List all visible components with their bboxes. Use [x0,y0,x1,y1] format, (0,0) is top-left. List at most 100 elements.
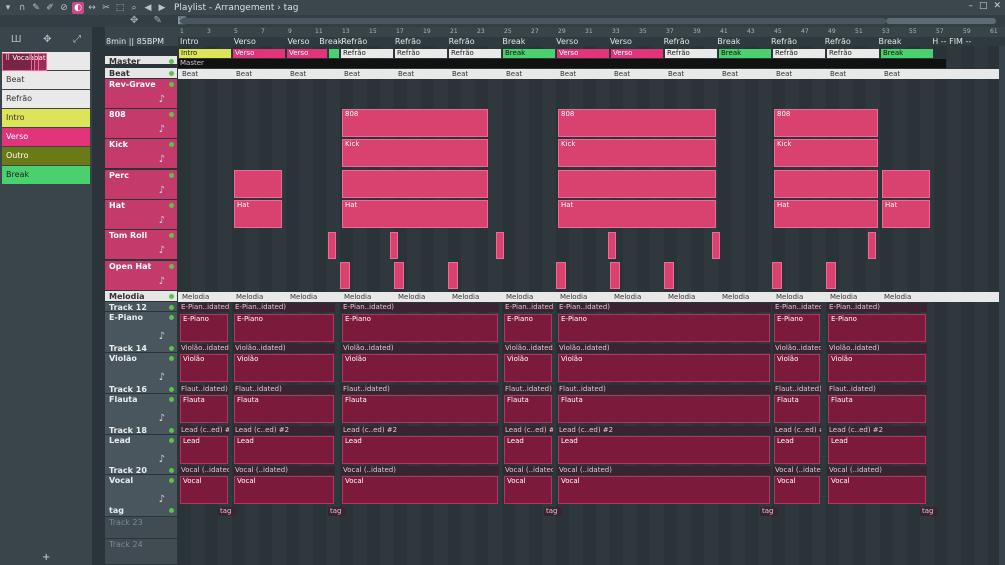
open-hat-clip[interactable] [826,262,836,289]
automation-clip[interactable]: Lead (c..ed) #2 [557,426,771,435]
automation-clip[interactable]: Flaut..idated) [341,385,499,394]
melodia-clip[interactable]: Melodia [776,292,803,302]
melodia-clip[interactable]: Melodia [398,292,425,302]
minimize-button[interactable]: – [968,1,973,11]
picker-item[interactable]: Beat [2,71,90,89]
track-header[interactable]: Hat ♪ [105,200,177,230]
section-clip[interactable]: Intro [179,49,231,58]
select-tool-icon[interactable]: ⬚ [114,2,126,14]
track-mute-led-icon[interactable] [169,82,174,87]
melody-clip[interactable]: Violão [774,354,820,382]
playlist-grid[interactable]: Intro Verso Verso Refrão Refrão Refrão Break Ve… [178,46,1005,565]
track-mute-led-icon[interactable] [169,294,174,299]
melody-clip[interactable]: Lead [828,436,926,464]
automation-clip[interactable]: Violão..idated) [179,344,229,353]
open-hat-clip[interactable] [772,262,782,289]
window-title[interactable]: Playlist - Arrangement › tag [174,3,298,13]
melody-clip[interactable]: Vocal [558,476,770,504]
automation-clip[interactable]: E-Pian..idated) [503,303,553,312]
add-button[interactable]: + [42,552,50,563]
automation-clip[interactable]: Violão..idated) [503,344,553,353]
melody-clip[interactable]: Flauta [342,395,498,423]
pattern-clip[interactable]: Kick [558,139,716,167]
pattern-clip[interactable]: Hat [774,200,878,228]
paint-tool-icon[interactable]: ✐ [44,2,56,14]
pattern-clip[interactable] [774,170,878,198]
section-clip[interactable]: Verso [611,49,663,58]
track-header[interactable]: Perc ♪ [105,170,177,200]
automation-clip[interactable]: Flaut..idated) [179,385,229,394]
automation-clip[interactable]: E-Pian..idated) [341,303,499,312]
automation-clip[interactable]: Flaut..idated) [233,385,335,394]
mute-tool-icon[interactable]: ◐ [72,1,84,14]
section-clip[interactable] [329,49,339,58]
automation-clip[interactable]: E-Pian..idated) [773,303,821,312]
track-header[interactable]: Open Hat ♪ [105,261,177,291]
marker-label[interactable]: Verso [610,37,632,46]
beat-clip[interactable]: Beat [398,69,414,79]
marker-label[interactable]: Refrão [825,37,851,46]
track-mute-led-icon[interactable] [169,397,174,402]
slip-tool-icon[interactable]: ↔ [86,2,98,14]
melody-clip[interactable]: Flauta [504,395,552,423]
melodia-clip[interactable]: Melodia [668,292,695,302]
open-hat-clip[interactable] [448,262,458,289]
track-mute-led-icon[interactable] [169,428,174,433]
track-mute-led-icon[interactable] [169,233,174,238]
track-mute-led-icon[interactable] [169,71,174,76]
track-header[interactable]: Vocal ♪ [105,475,177,509]
track-header[interactable]: Track 20 [105,465,177,475]
beat-clip[interactable]: Beat [614,69,630,79]
section-clip[interactable]: Verso [287,49,327,58]
beat-clip-row[interactable]: Beat Beat Beat Beat Beat Beat Beat Beat Beat Beat… [178,69,1005,79]
melody-clip[interactable]: Vocal [180,476,228,504]
marker-label[interactable]: Break [502,37,525,46]
picker-audio-icon[interactable]: ✥ [43,34,51,45]
marker-label[interactable]: Refrão [449,37,475,46]
marker-label[interactable]: Refrão [341,37,367,46]
picker-automation-icon[interactable]: ⤢ [73,34,81,45]
open-hat-clip[interactable] [610,262,620,289]
beat-clip[interactable]: Beat [722,69,738,79]
melodia-clip[interactable]: Melodia [452,292,479,302]
section-clip[interactable]: Refrão [449,49,501,58]
timeline-ruler[interactable]: 1 3 5 7 9 11 13 15 17 19 21 23 25 27 29 31 33 35 37 39 41 43 4… [178,27,1005,37]
track-mute-led-icon[interactable] [169,508,174,513]
pattern-clip[interactable] [882,170,930,198]
picker-item[interactable]: ⠿ Vocal [2,53,32,71]
track-mute-led-icon[interactable] [169,438,174,443]
track-mute-led-icon[interactable] [169,315,174,320]
track-mute-led-icon[interactable] [169,387,174,392]
section-clip[interactable]: Refrão [341,49,393,58]
track-mute-led-icon[interactable] [169,173,174,178]
automation-clip[interactable]: E-Pian..idated) [827,303,927,312]
pattern-clip[interactable]: Hat [882,200,930,228]
melody-clip[interactable]: E-Piano [180,314,228,342]
pattern-clip[interactable]: Hat [234,200,282,228]
track-header[interactable]: E-Piano ♪ [105,312,177,346]
section-clip[interactable]: Break [503,49,555,58]
melody-clip[interactable]: E-Piano [234,314,334,342]
marker-label[interactable]: Verso [234,37,256,46]
track-header[interactable]: Track 18 [105,425,177,435]
beat-clip[interactable]: Beat [344,69,360,79]
melodia-clip[interactable]: Melodia [506,292,533,302]
automation-clip[interactable]: Flaut..idated) [503,385,553,394]
pattern-clip[interactable]: 808 [342,109,488,137]
melody-clip[interactable]: Vocal [504,476,552,504]
marker-label[interactable]: Break [878,37,901,46]
track-mute-led-icon[interactable] [169,203,174,208]
automation-clip[interactable]: Violão..idated) [557,344,771,353]
melodia-clip[interactable]: Melodia [344,292,371,302]
tom-roll-clip[interactable] [328,232,336,259]
track-mute-led-icon[interactable] [169,264,174,269]
zoom-scrollbar[interactable] [886,18,996,24]
melodia-clip[interactable]: Melodia [290,292,317,302]
track-mute-led-icon[interactable] [169,142,174,147]
picker-item[interactable]: Refrão [2,90,90,108]
automation-clip[interactable]: Lead (c..ed) #2 [827,426,927,435]
section-clip[interactable]: Refrão [773,49,825,58]
melody-clip[interactable]: E-Piano [504,314,552,342]
beat-clip[interactable]: Beat [506,69,522,79]
automation-clip[interactable]: E-Pian..idated) [557,303,771,312]
